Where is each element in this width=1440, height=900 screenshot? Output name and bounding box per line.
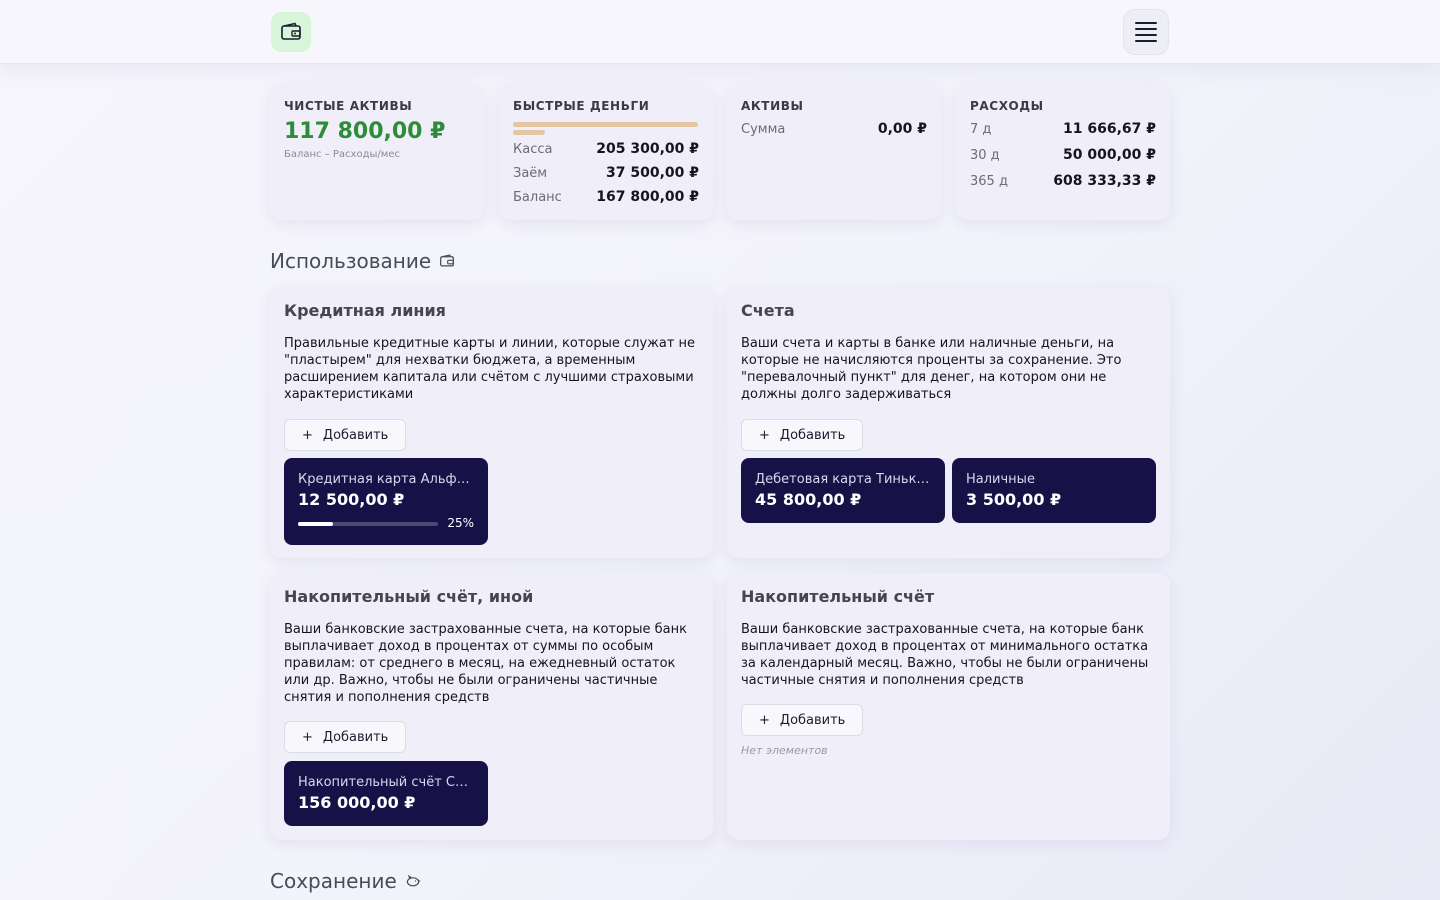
- top-bar: [0, 0, 1440, 64]
- row-value: 205 300,00 ₽: [596, 141, 699, 157]
- account-card[interactable]: Наличные 3 500,00 ₽: [952, 458, 1156, 523]
- account-name: Наличные: [966, 472, 1035, 487]
- add-button-label: Добавить: [322, 427, 389, 443]
- menu-button[interactable]: [1123, 9, 1169, 55]
- expenses-title: РАСХОДЫ: [970, 99, 1044, 113]
- row-label: Сумма: [741, 122, 786, 137]
- account-amount: 3 500,00 ₽: [966, 490, 1062, 509]
- plus-icon: +: [759, 712, 770, 728]
- hamburger-menu-icon: [1135, 22, 1157, 42]
- account-card[interactable]: Дебетовая карта Тинькофф 45 800,00 ₽: [741, 458, 945, 523]
- quick-money-row: Касса 205 300,00 ₽: [513, 141, 699, 157]
- plus-icon: +: [302, 729, 313, 745]
- plus-icon: +: [302, 427, 313, 443]
- logo-button[interactable]: [271, 12, 311, 52]
- category-description: Ваши счета и карты в банке или наличные …: [741, 336, 1122, 402]
- plus-icon: +: [759, 427, 770, 443]
- category-savings: Накопительный счёт Ваши банковские застр…: [727, 573, 1170, 840]
- category-title: Счета: [741, 301, 795, 320]
- account-progress-label: 25%: [447, 516, 474, 530]
- row-value: 0,00 ₽: [877, 121, 927, 137]
- account-card[interactable]: Накопительный счёт Сбербанк 156 000,00 ₽: [284, 761, 488, 826]
- net-assets-note: Баланс – Расходы/мес: [284, 149, 400, 160]
- wallet-icon: [281, 22, 301, 40]
- row-value: 608 333,33 ₽: [1053, 173, 1156, 189]
- row-value: 11 666,67 ₽: [1063, 121, 1156, 137]
- piggy-bank-icon: [406, 874, 420, 887]
- add-button-label: Добавить: [779, 427, 846, 443]
- quick-money-row: Заём 37 500,00 ₽: [513, 165, 699, 181]
- category-description: Ваши банковские застрахованные счета, на…: [741, 622, 1149, 688]
- account-progress-fill: [298, 522, 333, 526]
- quick-money-bar: [513, 122, 698, 127]
- net-assets-card: ЧИСТЫЕ АКТИВЫ 117 800,00 ₽ Баланс – Расх…: [270, 85, 484, 220]
- quick-money-card: БЫСТРЫЕ ДЕНЬГИ Касса 205 300,00 ₽ Заём 3…: [499, 85, 713, 220]
- empty-state-label: Нет элементов: [741, 744, 828, 757]
- row-value: 37 500,00 ₽: [606, 165, 699, 181]
- category-savings-other: Накопительный счёт, иной Ваши банковские…: [270, 573, 713, 840]
- add-button[interactable]: + Добавить: [284, 721, 407, 753]
- net-assets-value: 117 800,00 ₽: [284, 119, 446, 144]
- account-card[interactable]: Кредитная карта Альфа-Банк 12 500,00 ₽ 2…: [284, 458, 488, 545]
- account-name: Дебетовая карта Тинькофф: [755, 472, 931, 487]
- row-label: 7 д: [970, 122, 992, 137]
- category-title: Накопительный счёт: [741, 587, 935, 606]
- expenses-row: 30 д 50 000,00 ₽: [970, 147, 1156, 163]
- row-value: 50 000,00 ₽: [1063, 147, 1156, 163]
- category-description: Ваши банковские застрахованные счета, на…: [284, 622, 687, 705]
- assets-row: Сумма 0,00 ₽: [741, 121, 927, 137]
- section-saving-title: Сохранение: [270, 869, 397, 893]
- row-label: 30 д: [970, 148, 1000, 163]
- expenses-row: 365 д 608 333,33 ₽: [970, 173, 1156, 189]
- wallet-icon: [440, 254, 455, 267]
- add-button[interactable]: + Добавить: [741, 704, 864, 736]
- add-button-label: Добавить: [322, 729, 389, 745]
- expenses-row: 7 д 11 666,67 ₽: [970, 121, 1156, 137]
- row-label: Касса: [513, 142, 553, 157]
- net-assets-title: ЧИСТЫЕ АКТИВЫ: [284, 99, 413, 113]
- category-description: Правильные кредитные карты и линии, кото…: [284, 336, 696, 402]
- category-credit-line: Кредитная линия Правильные кредитные кар…: [270, 287, 713, 558]
- account-amount: 156 000,00 ₽: [298, 793, 416, 812]
- category-title: Накопительный счёт, иной: [284, 587, 534, 606]
- row-label: Заём: [513, 166, 548, 181]
- row-label: Баланс: [513, 190, 562, 205]
- expenses-card: РАСХОДЫ 7 д 11 666,67 ₽ 30 д 50 000,00 ₽…: [956, 85, 1170, 220]
- account-progress-bar: [298, 522, 438, 526]
- add-button-label: Добавить: [779, 712, 846, 728]
- assets-title: АКТИВЫ: [741, 99, 804, 113]
- account-amount: 12 500,00 ₽: [298, 490, 405, 509]
- row-label: 365 д: [970, 174, 1008, 189]
- row-value: 167 800,00 ₽: [596, 189, 699, 205]
- account-name: Накопительный счёт Сбербанк: [298, 775, 474, 790]
- account-amount: 45 800,00 ₽: [755, 490, 862, 509]
- quick-money-bar-secondary: [513, 130, 545, 135]
- account-name: Кредитная карта Альфа-Банк: [298, 472, 474, 487]
- quick-money-title: БЫСТРЫЕ ДЕНЬГИ: [513, 99, 650, 113]
- section-saving-heading: Сохранение: [270, 869, 421, 893]
- section-usage-heading: Использование: [270, 249, 455, 273]
- category-title: Кредитная линия: [284, 301, 446, 320]
- add-button[interactable]: + Добавить: [284, 419, 407, 451]
- assets-card: АКТИВЫ Сумма 0,00 ₽: [727, 85, 941, 220]
- quick-money-row: Баланс 167 800,00 ₽: [513, 189, 699, 205]
- section-usage-title: Использование: [270, 249, 432, 273]
- category-accounts: Счета Ваши счета и карты в банке или нал…: [727, 287, 1170, 558]
- add-button[interactable]: + Добавить: [741, 419, 864, 451]
